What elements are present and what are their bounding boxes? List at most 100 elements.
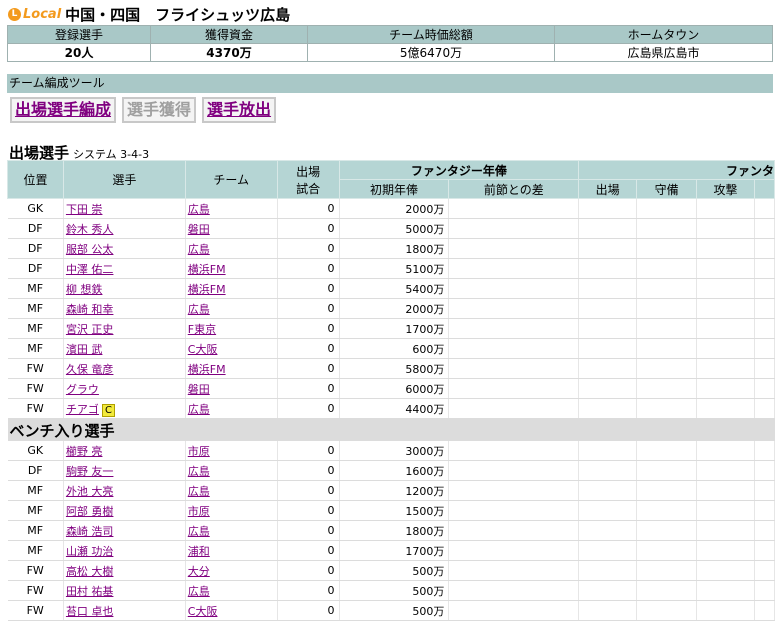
team-link[interactable]: 広島: [188, 403, 210, 416]
games-played: 0: [277, 560, 340, 581]
salary-diff: [448, 198, 580, 219]
team-link[interactable]: C大阪: [188, 343, 218, 356]
release-link[interactable]: 選手放出: [207, 100, 271, 119]
points-defense: [636, 318, 698, 339]
initial-salary: 1800万: [339, 520, 450, 541]
team-link[interactable]: 大分: [188, 565, 210, 578]
initial-salary: 1200万: [339, 480, 450, 501]
release-player-button[interactable]: 選手放出: [202, 97, 277, 123]
player-position: MF: [7, 298, 64, 319]
team-link[interactable]: 磐田: [188, 383, 210, 396]
player-position: DF: [7, 258, 64, 279]
initial-salary: 2000万: [339, 298, 450, 319]
player-name-link[interactable]: 駒野 友一: [66, 465, 114, 478]
team-cell: 横浜FM: [185, 278, 278, 299]
player-name-link[interactable]: 森崎 浩司: [66, 525, 114, 538]
team-link[interactable]: 広島: [188, 465, 210, 478]
lineup-link[interactable]: 出場選手編成: [15, 100, 111, 119]
player-name-link[interactable]: 中澤 佑二: [66, 263, 114, 276]
player-cell: 鈴木 秀人: [63, 218, 186, 239]
initial-salary: 5400万: [339, 278, 450, 299]
points-attack: [696, 480, 755, 501]
points-attack: [696, 298, 755, 319]
team-link[interactable]: 浦和: [188, 545, 210, 558]
player-name-link[interactable]: 苔口 卓也: [66, 605, 114, 618]
team-cell: F東京: [185, 318, 278, 339]
points-appearance: [578, 378, 638, 399]
table-row: MF 宮沢 正史 F東京 0 1700万: [7, 318, 775, 339]
points-defense: [636, 540, 698, 561]
table-row: MF 柳 想鉄 横浜FM 0 5400万: [7, 278, 775, 299]
games-played: 0: [277, 580, 340, 601]
page-header: L Local 中国・四国 フライシュッツ広島: [8, 4, 290, 24]
points-defense: [636, 600, 698, 621]
games-played: 0: [277, 520, 340, 541]
player-position: GK: [7, 441, 64, 461]
player-name-link[interactable]: 服部 公太: [66, 243, 114, 256]
points-defense: [636, 198, 698, 219]
team-link[interactable]: F東京: [188, 323, 216, 336]
player-name-link[interactable]: 高松 大樹: [66, 565, 114, 578]
player-name-link[interactable]: 久保 竜彦: [66, 363, 114, 376]
points-extra: [754, 560, 775, 581]
salary-diff: [448, 460, 580, 481]
player-cell: 駒野 友一: [63, 460, 186, 481]
games-played: 0: [277, 480, 340, 501]
team-link[interactable]: 広島: [188, 525, 210, 538]
player-name-link[interactable]: 櫛野 亮: [66, 445, 103, 458]
team-link[interactable]: 横浜FM: [188, 283, 226, 296]
player-name-link[interactable]: 田村 祐基: [66, 585, 114, 598]
player-position: FW: [7, 378, 64, 399]
player-name-link[interactable]: 山瀬 功治: [66, 545, 114, 558]
initial-salary: 5000万: [339, 218, 450, 239]
player-name-link[interactable]: 阿部 勇樹: [66, 505, 114, 518]
team-link[interactable]: 広島: [188, 243, 210, 256]
team-link[interactable]: 広島: [188, 585, 210, 598]
player-position: GK: [7, 198, 64, 219]
team-link[interactable]: 市原: [188, 505, 210, 518]
points-appearance: [578, 480, 638, 501]
points-attack: [696, 520, 755, 541]
points-extra: [754, 198, 775, 219]
points-attack: [696, 540, 755, 561]
team-cell: 市原: [185, 441, 278, 461]
player-name-link[interactable]: グラウ: [66, 383, 99, 396]
player-name-link[interactable]: 宮沢 正史: [66, 323, 114, 336]
player-position: MF: [7, 520, 64, 541]
points-attack: [696, 318, 755, 339]
team-link[interactable]: 横浜FM: [188, 363, 226, 376]
salary-diff: [448, 600, 580, 621]
team-link[interactable]: 広島: [188, 203, 210, 216]
points-defense: [636, 358, 698, 379]
points-extra: [754, 238, 775, 259]
player-name-link[interactable]: 森崎 和幸: [66, 303, 114, 316]
points-extra: [754, 441, 775, 461]
player-name-link[interactable]: 下田 崇: [66, 203, 103, 216]
team-cell: C大阪: [185, 600, 278, 621]
points-appearance: [578, 198, 638, 219]
table-row: FW 苔口 卓也 C大阪 0 500万: [7, 600, 775, 621]
col-initial-salary: 初期年俸: [338, 179, 450, 199]
local-logo-icon: L: [8, 7, 21, 21]
points-attack: [696, 580, 755, 601]
lineup-button[interactable]: 出場選手編成: [10, 97, 117, 123]
team-link[interactable]: C大阪: [188, 605, 218, 618]
player-cell: 中澤 佑二: [63, 258, 186, 279]
player-name-link[interactable]: チアゴ: [66, 403, 99, 416]
points-attack: [696, 258, 755, 279]
games-played: 0: [277, 338, 340, 359]
col-extra: [753, 179, 775, 199]
team-link[interactable]: 広島: [188, 303, 210, 316]
player-name-link[interactable]: 濱田 武: [66, 343, 103, 356]
team-link[interactable]: 市原: [188, 445, 210, 458]
player-name-link[interactable]: 外池 大亮: [66, 485, 114, 498]
points-appearance: [578, 560, 638, 581]
player-name-link[interactable]: 鈴木 秀人: [66, 223, 114, 236]
team-link[interactable]: 横浜FM: [188, 263, 226, 276]
team-link[interactable]: 磐田: [188, 223, 210, 236]
points-defense: [636, 520, 698, 541]
table-row: FW 田村 祐基 広島 0 500万: [7, 580, 775, 601]
player-name-link[interactable]: 柳 想鉄: [66, 283, 103, 296]
team-link[interactable]: 広島: [188, 485, 210, 498]
points-appearance: [578, 441, 638, 461]
